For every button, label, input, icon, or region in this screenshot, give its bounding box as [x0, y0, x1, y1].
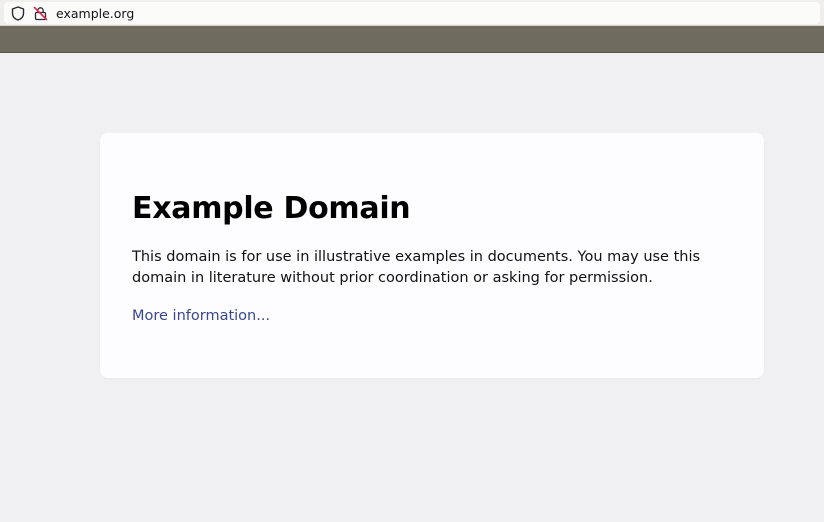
page-title: Example Domain	[132, 191, 411, 226]
browser-url-bar: example.org	[0, 0, 824, 26]
browser-toolbar-strip	[0, 26, 824, 53]
page-description: This domain is for use in illustrative e…	[132, 249, 701, 286]
shield-icon[interactable]	[10, 5, 26, 21]
address-field[interactable]: example.org	[4, 2, 820, 24]
insecure-lock-icon[interactable]	[32, 5, 48, 21]
content-card: Example Domain This domain is for use in…	[100, 133, 764, 378]
more-information-link[interactable]: More information...	[132, 308, 270, 324]
page-viewport: Example Domain This domain is for use in…	[0, 53, 824, 522]
url-text[interactable]: example.org	[56, 6, 134, 21]
